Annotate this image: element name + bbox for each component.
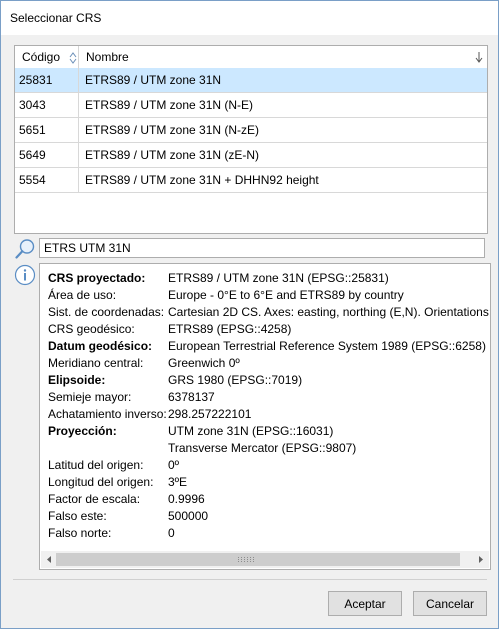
info-label: Sist. de coordenadas: — [48, 305, 165, 319]
info-label: Achatamiento inverso: — [48, 407, 167, 421]
info-value: Greenwich 0º — [168, 356, 240, 370]
info-value: Cartesian 2D CS. Axes: easting, northing… — [168, 305, 491, 319]
info-value: 0.9996 — [168, 492, 205, 506]
column-header-code-label: Código — [22, 50, 61, 64]
info-label: Semieje mayor: — [48, 390, 132, 404]
info-label: Proyección: — [48, 424, 117, 438]
cell-name: ETRS89 / UTM zone 31N (N-E) — [85, 98, 254, 112]
cell-code: 5554 — [15, 168, 79, 192]
table-row[interactable]: 3043 ETRS89 / UTM zone 31N (N-E) — [15, 93, 487, 118]
info-value: ETRS89 / UTM zone 31N (EPSG::25831) — [168, 271, 389, 285]
info-label: Longitud del origen: — [48, 475, 154, 489]
title-bar: Seleccionar CRS — [1, 1, 498, 35]
info-value: 0 — [168, 526, 175, 540]
info-label: Falso este: — [48, 509, 107, 523]
cancel-button[interactable]: Cancelar — [413, 591, 487, 616]
info-label: Falso norte: — [48, 526, 112, 540]
info-value: Europe - 0°E to 6°E and ETRS89 by countr… — [168, 288, 404, 302]
table-header: Código Nombre — [15, 46, 487, 69]
cell-name: ETRS89 / UTM zone 31N — [85, 73, 222, 87]
info-value: 298.257222101 — [168, 407, 252, 421]
cell-name: ETRS89 / UTM zone 31N (zE-N) — [85, 148, 260, 162]
sort-descending-icon — [475, 52, 483, 63]
info-value: 3ºE — [168, 475, 188, 489]
scroll-left-arrow-icon[interactable] — [43, 553, 56, 566]
info-label: Área de uso: — [48, 288, 117, 302]
divider — [13, 579, 487, 580]
scrollbar-thumb[interactable] — [56, 553, 460, 566]
dialog-window: Seleccionar CRS Código Nombre 25831 ETRS… — [0, 0, 499, 629]
cell-code: 5649 — [15, 143, 79, 167]
search-icon — [15, 239, 35, 259]
scroll-right-arrow-icon[interactable] — [474, 553, 487, 566]
crs-info-panel: CRS proyectado: ETRS89 / UTM zone 31N (E… — [39, 263, 491, 570]
info-value: ETRS89 (EPSG::4258) — [168, 322, 292, 336]
accept-button[interactable]: Aceptar — [328, 591, 402, 616]
column-header-name[interactable]: Nombre — [79, 46, 487, 68]
info-value: UTM zone 31N (EPSG::16031) — [168, 424, 334, 438]
info-label: Latitud del origen: — [48, 458, 144, 472]
cell-name: ETRS89 / UTM zone 31N (N-zE) — [85, 123, 260, 137]
info-icon — [14, 264, 36, 286]
grip-icon — [238, 557, 254, 562]
info-label: Elipsoide: — [48, 373, 106, 387]
cell-name: ETRS89 / UTM zone 31N + DHHN92 height — [85, 173, 319, 187]
column-header-name-label: Nombre — [86, 50, 129, 64]
cell-code: 5651 — [15, 118, 79, 142]
horizontal-scrollbar[interactable] — [41, 551, 489, 568]
info-value: GRS 1980 (EPSG::7019) — [168, 373, 303, 387]
table-row[interactable]: 5651 ETRS89 / UTM zone 31N (N-zE) — [15, 118, 487, 143]
search-field[interactable] — [39, 238, 485, 258]
info-label: Meridiano central: — [48, 356, 144, 370]
window-title: Seleccionar CRS — [10, 11, 102, 25]
cell-code: 3043 — [15, 93, 79, 117]
crs-table[interactable]: Código Nombre 25831 ETRS89 / UTM zone 31… — [14, 45, 488, 234]
table-row[interactable]: 25831 ETRS89 / UTM zone 31N — [15, 68, 487, 93]
cell-code: 25831 — [15, 68, 79, 92]
info-value: 0º — [168, 458, 180, 472]
info-value: European Terrestrial Reference System 19… — [168, 339, 486, 353]
info-value: 500000 — [168, 509, 209, 523]
info-value: 6378137 — [168, 390, 215, 404]
info-label: CRS geodésico: — [48, 322, 135, 336]
info-label: CRS proyectado: — [48, 271, 146, 285]
info-label: Factor de escala: — [48, 492, 141, 506]
table-row[interactable]: 5649 ETRS89 / UTM zone 31N (zE-N) — [15, 143, 487, 168]
search-input[interactable] — [40, 239, 484, 257]
sort-up-down-icon — [69, 52, 77, 64]
table-row[interactable]: 5554 ETRS89 / UTM zone 31N + DHHN92 heig… — [15, 168, 487, 193]
info-value: Transverse Mercator (EPSG::9807) — [168, 441, 357, 455]
info-label: Datum geodésico: — [48, 339, 153, 353]
